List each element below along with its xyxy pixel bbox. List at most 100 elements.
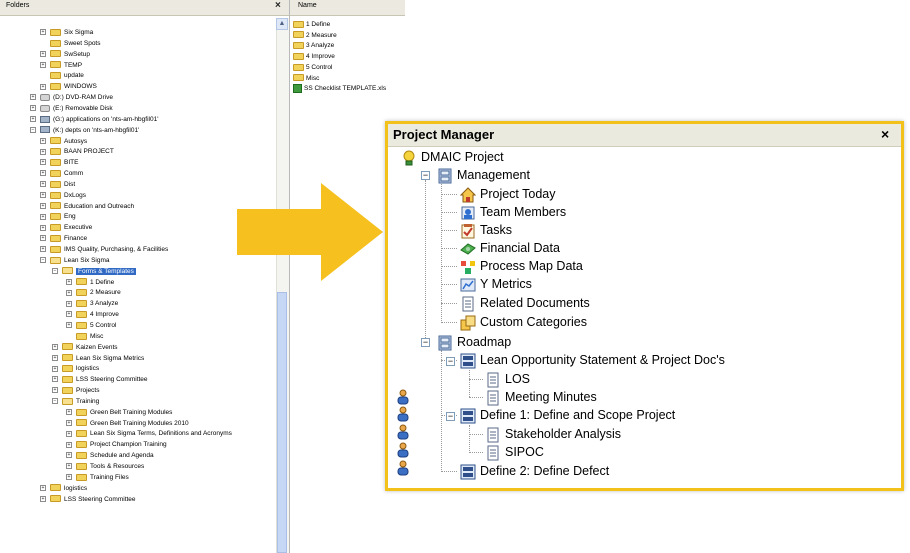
tree-node-dmaic-project[interactable]: DMAIC Project xyxy=(401,148,504,166)
folder-tree-item[interactable]: + SwSetup xyxy=(40,50,90,60)
folder-tree-item[interactable]: + (G:) applications on 'nts-am-hbgfil01' xyxy=(30,115,158,125)
folder-tree-item[interactable]: − Forms & Templates xyxy=(52,267,136,277)
folder-tree-item[interactable]: + DxLogs xyxy=(40,191,86,201)
folder-tree-item[interactable]: + BAAN PROJECT xyxy=(40,147,114,157)
folder-tree-item[interactable]: + Lean Six Sigma Metrics xyxy=(52,354,144,364)
folder-tree-item[interactable]: − (K:) depts on 'nts-am-hbgfil01' xyxy=(30,126,139,136)
expand-icon[interactable]: + xyxy=(40,61,46,68)
folder-tree-item[interactable]: + Finance xyxy=(40,234,87,244)
expand-icon[interactable]: + xyxy=(40,235,46,242)
folder-tree-item[interactable]: + Eng xyxy=(40,212,76,222)
tree-node-management[interactable]: Management xyxy=(437,166,530,184)
folder-tree-item[interactable]: +1 Define xyxy=(66,278,114,288)
folder-tree-item[interactable]: + Kaizen Events xyxy=(52,343,118,353)
folder-tree-item[interactable]: update xyxy=(40,71,84,81)
folder-tree-item[interactable]: + Autosys xyxy=(40,137,87,147)
tree-node-process-map-data[interactable]: Process Map Data xyxy=(460,257,583,275)
folder-tree-item[interactable]: + IMS Quality, Purchasing, & Facilities xyxy=(40,245,168,255)
expand-icon[interactable]: + xyxy=(40,246,46,253)
expand-icon[interactable]: + xyxy=(40,148,46,155)
expand-icon[interactable]: + xyxy=(66,322,72,329)
expand-icon[interactable]: + xyxy=(30,94,36,101)
expand-icon[interactable]: + xyxy=(52,354,58,361)
folder-tree-item[interactable]: + Green Belt Training Modules 2010 xyxy=(66,419,189,429)
collapse-icon[interactable]: − xyxy=(40,257,46,264)
expand-icon[interactable]: + xyxy=(40,484,46,491)
folder-tree-item[interactable]: Misc xyxy=(66,332,103,342)
folder-tree-item[interactable]: + Tools & Resources xyxy=(66,462,144,472)
tree-node-define-2[interactable]: Define 2: Define Defect xyxy=(460,462,609,480)
expand-icon[interactable]: + xyxy=(66,463,72,470)
expand-icon[interactable]: + xyxy=(52,365,58,372)
folder-tree-item[interactable]: +5 Control xyxy=(66,321,116,331)
collapse-icon[interactable]: − xyxy=(30,126,36,133)
expand-icon[interactable]: + xyxy=(66,419,72,426)
expand-icon[interactable]: + xyxy=(66,289,72,296)
tree-node-y-metrics[interactable]: Y Metrics xyxy=(460,275,532,293)
expand-icon[interactable]: + xyxy=(66,300,72,307)
expand-icon[interactable]: + xyxy=(66,278,72,285)
tree-node-related-documents[interactable]: Related Documents xyxy=(460,294,590,312)
folder-tree-item[interactable]: + Projects xyxy=(52,386,99,396)
folder-tree-item[interactable]: + Lean Six Sigma Terms, Definitions and A… xyxy=(66,429,232,439)
scroll-up-icon[interactable]: ▲ xyxy=(276,18,288,30)
file-list-item[interactable]: 2 Measure xyxy=(293,31,337,41)
file-list-item[interactable]: Misc xyxy=(293,74,319,84)
expand-icon[interactable]: + xyxy=(40,495,46,502)
tree-node-meeting-minutes[interactable]: Meeting Minutes xyxy=(485,388,597,406)
folder-tree-item[interactable]: + Green Belt Training Modules xyxy=(66,408,172,418)
expand-icon[interactable]: + xyxy=(66,474,72,481)
folder-tree-item[interactable]: − Training xyxy=(52,397,99,407)
expand-icon[interactable]: + xyxy=(40,202,46,209)
folder-tree-item[interactable]: + BITE xyxy=(40,158,78,168)
collapse-toggle[interactable]: − xyxy=(421,338,430,347)
folder-tree-item[interactable]: + Training Files xyxy=(66,473,129,483)
folder-tree-item[interactable]: + Dist xyxy=(40,180,75,190)
expand-icon[interactable]: + xyxy=(66,441,72,448)
tree-node-sipoc[interactable]: SIPOC xyxy=(485,443,544,461)
folder-tree-item[interactable]: + LSS Steering Committee xyxy=(52,375,148,385)
expand-icon[interactable]: + xyxy=(66,311,72,318)
collapse-icon[interactable]: − xyxy=(52,398,58,405)
folder-tree-item[interactable]: + Six Sigma xyxy=(40,28,93,38)
expand-icon[interactable]: + xyxy=(40,29,46,36)
folder-tree-item[interactable]: + Project Champion Training xyxy=(66,440,167,450)
expand-icon[interactable]: + xyxy=(40,213,46,220)
expand-icon[interactable]: + xyxy=(30,116,36,123)
folder-tree-item[interactable]: +2 Measure xyxy=(66,288,121,298)
file-list-item[interactable]: 1 Define xyxy=(293,20,330,30)
tree-node-team-members[interactable]: Team Members xyxy=(460,203,566,221)
folder-tree-item[interactable]: + LSS Steering Committee xyxy=(40,495,136,505)
expand-icon[interactable]: + xyxy=(52,376,58,383)
expand-icon[interactable]: + xyxy=(40,137,46,144)
tree-node-financial-data[interactable]: Financial Data xyxy=(460,239,560,257)
expand-icon[interactable]: + xyxy=(40,83,46,90)
expand-icon[interactable]: + xyxy=(40,181,46,188)
folder-tree-item[interactable]: +3 Analyze xyxy=(66,299,118,309)
expand-icon[interactable]: + xyxy=(40,224,46,231)
folder-tree-item[interactable]: − Lean Six Sigma xyxy=(40,256,110,266)
tree-node-lean-opportunity-statement[interactable]: Lean Opportunity Statement & Project Doc… xyxy=(460,351,725,369)
collapse-toggle[interactable]: − xyxy=(446,412,455,421)
file-list-item[interactable]: 5 Control xyxy=(293,63,332,73)
expand-icon[interactable]: + xyxy=(40,159,46,166)
folder-tree-item[interactable]: + Schedule and Agenda xyxy=(66,451,154,461)
folder-tree-item[interactable]: + Education and Outreach xyxy=(40,202,134,212)
tree-node-roadmap[interactable]: Roadmap xyxy=(437,333,511,351)
expand-icon[interactable]: + xyxy=(66,452,72,459)
folder-tree-item[interactable]: + Comm xyxy=(40,169,83,179)
tree-node-custom-categories[interactable]: Custom Categories xyxy=(460,313,587,331)
tree-node-stakeholder-analysis[interactable]: Stakeholder Analysis xyxy=(485,425,621,443)
folder-tree-item[interactable]: + TEMP xyxy=(40,61,82,71)
file-list-item[interactable]: 3 Analyze xyxy=(293,41,334,51)
file-list-item[interactable]: 4 Improve xyxy=(293,52,335,62)
tree-node-project-today[interactable]: Project Today xyxy=(460,185,556,203)
expand-icon[interactable]: + xyxy=(52,343,58,350)
scroll-thumb[interactable] xyxy=(277,292,287,553)
folder-tree-item[interactable]: + WINDOWS xyxy=(40,82,97,92)
expand-icon[interactable]: + xyxy=(52,387,58,394)
folder-tree-item[interactable]: + (E:) Removable Disk xyxy=(30,104,113,114)
collapse-toggle[interactable]: − xyxy=(421,171,430,180)
collapse-icon[interactable]: − xyxy=(52,267,58,274)
collapse-toggle[interactable]: − xyxy=(446,357,455,366)
